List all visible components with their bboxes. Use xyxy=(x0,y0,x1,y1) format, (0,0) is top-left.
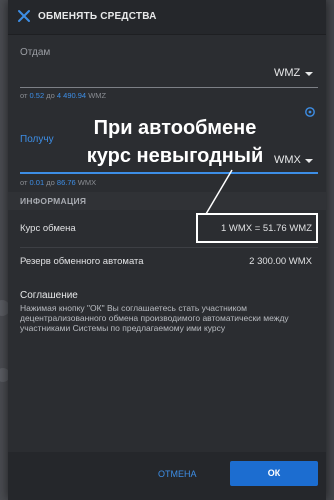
annotation-highlight-box xyxy=(196,213,318,243)
annotation-line-2: курс невыгодный xyxy=(86,145,264,167)
annotation-pointer-line xyxy=(205,169,233,215)
annotation-line-1: При автообмене xyxy=(93,117,257,139)
annotation-text: При автообмене курс невыгодный xyxy=(75,114,275,170)
